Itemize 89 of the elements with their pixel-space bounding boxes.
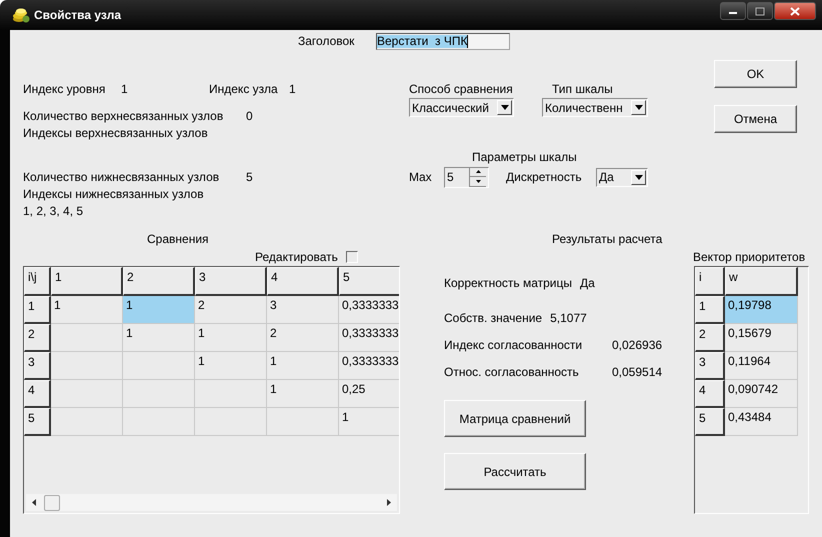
- table-cell: 0,3333333: [339, 296, 399, 324]
- lower-count-label: Количество нижнесвязанных узлов: [23, 170, 220, 184]
- discrete-label: Дискретность: [506, 170, 583, 184]
- priorities-title: Вектор приоритетов: [693, 249, 806, 266]
- table-cell: 1: [195, 324, 267, 352]
- close-icon: [790, 6, 800, 16]
- dropdown-arrow-icon: [634, 105, 642, 110]
- result-label: Относ. согласованность: [444, 364, 580, 378]
- ok-button[interactable]: OK: [714, 60, 797, 88]
- row-header: 5: [24, 408, 51, 436]
- scale-type-label: Тип шкалы: [551, 81, 614, 98]
- table-cell: 1: [339, 408, 399, 436]
- result-value: 0,026936: [612, 338, 662, 352]
- table-cell: 0,3333333: [339, 324, 399, 352]
- coins-icon: [12, 7, 30, 23]
- horizontal-scrollbar[interactable]: [26, 494, 397, 511]
- title-field[interactable]: Верстати з ЧПК: [376, 32, 510, 50]
- max-label: Max: [409, 170, 433, 184]
- column-header: 1: [51, 267, 123, 296]
- table-cell: 2: [195, 296, 267, 324]
- maximize-icon: [755, 6, 765, 16]
- row-header: 4: [24, 380, 51, 408]
- row-header: 5: [695, 408, 725, 436]
- level-index-label: Индекс уровня: [23, 82, 106, 96]
- upper-indices-label: Индексы верхнесвязанных узлов: [23, 126, 208, 140]
- table-cell: 3: [267, 296, 339, 324]
- level-index-value: 1: [121, 82, 129, 96]
- table-cell: 0,43484: [725, 408, 798, 436]
- table-cell: 0,11964: [725, 352, 798, 380]
- scroll-right-icon: [387, 499, 391, 506]
- row-header: 2: [24, 324, 51, 352]
- row-header: 1: [24, 296, 51, 324]
- lower-indices-value: 1, 2, 3, 4, 5: [23, 204, 84, 218]
- up-arrow-icon: [476, 170, 480, 174]
- max-spinner[interactable]: 5: [444, 166, 489, 188]
- result-label: Собств. значение: [444, 310, 542, 324]
- comparison-matrix-button[interactable]: Матрица сравнений: [444, 400, 586, 437]
- node-index-label: Индекс узла: [209, 82, 279, 96]
- table-cell: 1: [123, 296, 195, 324]
- scale-type-dropdown[interactable]: Количественн: [542, 98, 648, 117]
- discrete-dropdown[interactable]: Да: [596, 168, 648, 186]
- scrollbar-thumb[interactable]: [44, 494, 60, 510]
- row-header: 3: [695, 352, 725, 380]
- corner-header: i: [695, 267, 725, 296]
- table-cell: 1: [267, 352, 339, 380]
- table-cell: 2: [267, 324, 339, 352]
- scale-params-label: Параметры шкалы: [471, 149, 578, 166]
- table-cell: 0,3333333: [339, 352, 399, 380]
- minimize-button[interactable]: [720, 2, 746, 20]
- table-cell: 0,15679: [725, 324, 798, 352]
- down-arrow-icon: [476, 180, 480, 183]
- cancel-button[interactable]: Отмена: [714, 105, 797, 133]
- calculate-button[interactable]: Рассчитать: [444, 453, 586, 490]
- results-title: Результаты расчета: [551, 231, 664, 248]
- method-dropdown[interactable]: Классический: [409, 98, 514, 117]
- window-title: Свойства узла: [34, 8, 122, 22]
- edit-checkbox[interactable]: [346, 251, 358, 263]
- column-header: 3: [195, 267, 267, 296]
- scroll-left-icon: [32, 499, 36, 506]
- row-header: 2: [695, 324, 725, 352]
- upper-count-value: 0: [246, 108, 253, 122]
- corner-header: i\j: [24, 267, 51, 296]
- table-cell: 1: [195, 352, 267, 380]
- method-label: Способ сравнения: [409, 81, 514, 98]
- table-cell: 0,25: [339, 380, 399, 408]
- row-header: 4: [695, 380, 725, 408]
- result-value: 0,059514: [612, 364, 662, 378]
- header-label: Заголовок: [298, 34, 356, 48]
- table-cell: 0,090742: [725, 380, 798, 408]
- comparisons-title: Сравнения: [146, 231, 210, 248]
- maximize-button[interactable]: [747, 2, 773, 20]
- dropdown-arrow-icon: [634, 174, 642, 180]
- table-cell: 1: [267, 380, 339, 408]
- result-label: Индекс согласованности: [444, 338, 584, 352]
- row-header: 3: [24, 352, 51, 380]
- close-button[interactable]: [774, 2, 816, 20]
- result-value: Да: [580, 276, 595, 290]
- table-cell: 0,19798: [725, 296, 798, 324]
- lower-indices-label: Индексы нижнесвязанных узлов: [23, 186, 204, 200]
- column-header: 4: [267, 267, 339, 296]
- upper-count-label: Количество верхнесвязанных узлов: [23, 108, 224, 122]
- lower-count-value: 5: [246, 170, 253, 184]
- result-value: 5,1077: [550, 310, 587, 324]
- column-header: 5: [339, 267, 399, 296]
- edit-label: Редактировать: [255, 250, 338, 264]
- node-index-value: 1: [289, 82, 296, 96]
- result-label: Корректность матрицы: [444, 276, 572, 290]
- table-cell: 1: [123, 324, 195, 352]
- dropdown-arrow-icon: [500, 105, 508, 110]
